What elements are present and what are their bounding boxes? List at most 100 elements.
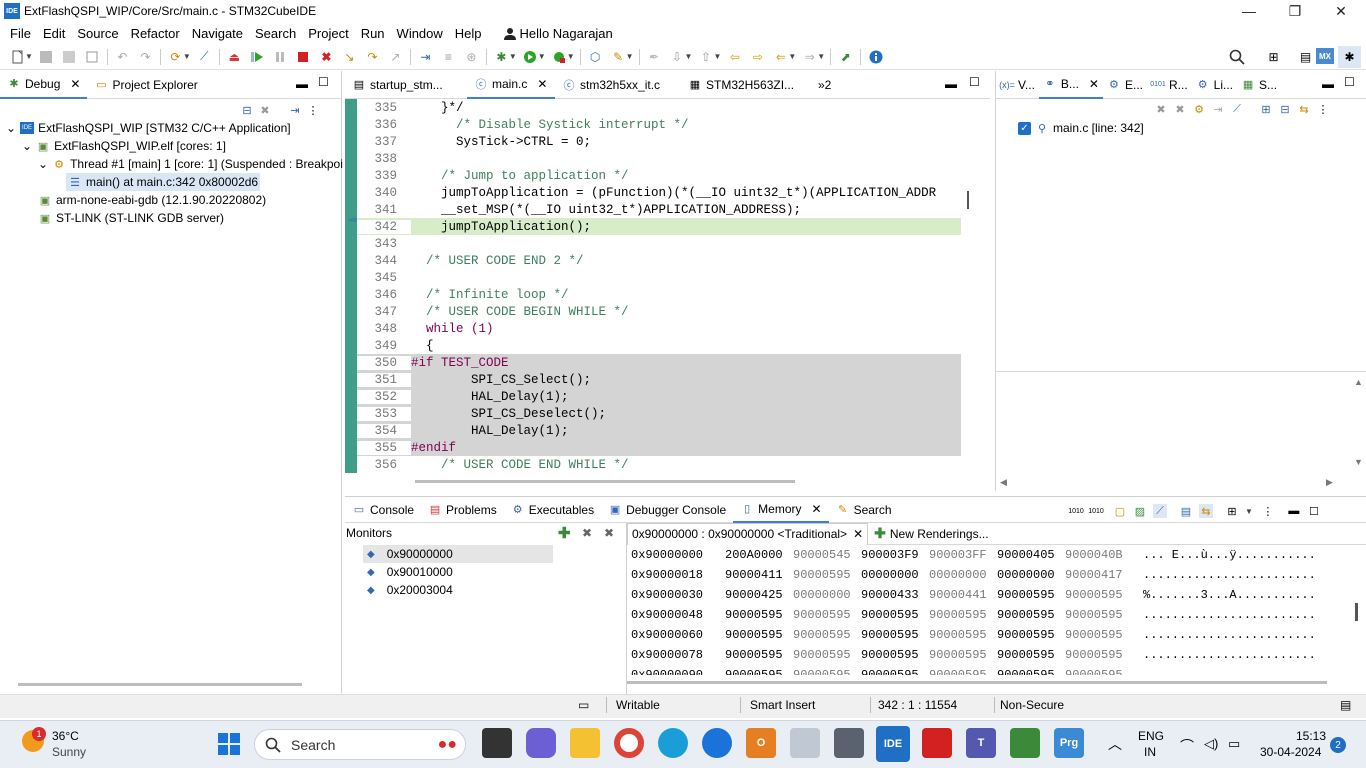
vertical-scrollbar-thumb[interactable] (967, 191, 969, 209)
memory-word[interactable]: 90000417 (1065, 568, 1133, 582)
memory-word[interactable]: 900003F9 (861, 548, 929, 562)
file-explorer-icon[interactable] (570, 728, 600, 758)
memory-word[interactable]: 90000595 (1065, 628, 1133, 642)
minimize-button[interactable]: — (1226, 0, 1272, 22)
maximize-view-icon[interactable]: ☐ (1307, 504, 1321, 518)
memory-word[interactable]: 90000595 (997, 648, 1065, 662)
terminate-icon[interactable] (292, 46, 315, 68)
vertical-scrollbar-thumb[interactable] (1355, 603, 1358, 621)
memory-word[interactable]: 90000595 (1065, 668, 1133, 675)
tree-item-thread[interactable]: ⌄ ⚙ Thread #1 [main] 1 [core: 1] (Suspen… (38, 155, 343, 173)
chevron-down-icon[interactable]: ⌄ (6, 121, 16, 135)
add-monitor-icon[interactable]: ✚ (558, 524, 571, 542)
restart-icon[interactable]: ≡ (437, 46, 460, 68)
skip-breakpoints-icon[interactable]: ⟋ (193, 46, 216, 68)
tab-it-c[interactable]: ⓒ stm32h5xx_it.c (555, 71, 681, 99)
layout-icon[interactable]: ⊞ (1225, 504, 1239, 518)
memory-word[interactable]: 90000545 (793, 548, 861, 562)
menu-project[interactable]: Project (302, 26, 354, 41)
teams-meet-icon[interactable] (526, 728, 556, 758)
memory-word[interactable]: 90000595 (861, 668, 929, 675)
build-icon[interactable] (81, 46, 104, 68)
memory-word[interactable]: 90000595 (793, 568, 861, 582)
tab-console[interactable]: ▭ Console (345, 497, 421, 523)
tab-search[interactable]: ✎ Search (829, 497, 899, 523)
tab-breakpoints[interactable]: ⚭ B... ✕ (1038, 70, 1103, 99)
close-icon[interactable]: ✕ (70, 77, 80, 91)
calculator-icon[interactable] (834, 728, 864, 758)
memory-word[interactable]: 90000595 (725, 668, 793, 675)
instruction-step-icon[interactable]: ⇥ (414, 46, 437, 68)
forward-edit-icon[interactable]: ⇨ (746, 46, 769, 68)
memory-word[interactable]: 90000595 (861, 608, 929, 622)
open-type-icon[interactable]: ⬡ (584, 46, 607, 68)
tab-live-expressions[interactable]: ⚙ Li... (1192, 71, 1237, 99)
mx-perspective-icon[interactable]: MX (1316, 48, 1334, 64)
memory-word[interactable]: 90000595 (997, 668, 1065, 675)
memory-word[interactable]: 90000595 (725, 628, 793, 642)
memory-word[interactable]: 00000000 (997, 568, 1065, 582)
user-menu[interactable]: Hello Nagarajan (503, 26, 613, 41)
tree-item-stlink[interactable]: ▣ ST-LINK (ST-LINK GDB server) (38, 209, 224, 227)
undo-icon[interactable]: ↶ (111, 46, 134, 68)
link-with-view-icon[interactable]: ⇆ (1297, 102, 1311, 116)
tree-item-elf[interactable]: ⌄ ▣ ExtFlashQSPI_WIP.elf [cores: 1] (22, 137, 226, 155)
menu-source[interactable]: Source (71, 26, 124, 41)
memory-row[interactable]: 0x90000030 90000425 00000000 90000433 900004… (631, 585, 1316, 605)
minimize-view-icon[interactable]: ▬ (296, 77, 308, 91)
status-icon[interactable]: ▭ (578, 694, 589, 716)
battery-icon[interactable]: ▭ (1228, 736, 1240, 752)
maximize-view-icon[interactable]: ☐ (969, 75, 980, 89)
close-button[interactable]: ✕ (1318, 0, 1364, 22)
memory-word[interactable]: 90000405 (997, 548, 1065, 562)
maximize-button[interactable]: ❐ (1272, 0, 1318, 22)
windows-start-icon[interactable] (218, 733, 240, 755)
menu-edit[interactable]: Edit (37, 26, 71, 41)
new-tab-icon[interactable]: ▢ (1113, 504, 1127, 518)
view-menu-icon[interactable]: ⋮ (1261, 504, 1275, 518)
memory-word[interactable]: 200A0000 (725, 548, 793, 562)
breakpoint-item[interactable]: ✓ ⚲ main.c [line: 342] (1018, 119, 1144, 137)
debug-perspective-icon[interactable]: ✱ (1338, 46, 1361, 68)
minimize-view-icon[interactable]: ▬ (945, 77, 957, 91)
memory-word[interactable]: 90000425 (725, 588, 793, 602)
skip-all-icon[interactable]: ⏏ (223, 46, 246, 68)
clock-time[interactable]: 15:13 (1296, 729, 1326, 743)
memory-row[interactable]: 0x90000060 90000595 90000595 90000595 900005… (631, 625, 1316, 645)
tree-item-stack-frame[interactable]: ☰ main() at main.c:342 0x80002d6 (66, 173, 260, 191)
redo-icon[interactable]: ↷ (134, 46, 157, 68)
disconnect-icon[interactable]: ✖ (315, 46, 338, 68)
memory-grid[interactable]: 0x90000000 200A0000 90000545 900003F9 900003… (627, 545, 1352, 675)
link-rendering-icon[interactable]: ⇆ (1199, 504, 1213, 518)
memory-word[interactable]: 90000595 (861, 648, 929, 662)
new-renderings-tab[interactable]: ✚ New Renderings... (868, 523, 994, 545)
tab-sfrs[interactable]: ▦ S... (1237, 71, 1281, 99)
collapse-all-icon[interactable]: ⊟ (240, 103, 254, 117)
progress-icon[interactable]: ▤ (1340, 694, 1351, 716)
remote-desktop-icon[interactable] (790, 728, 820, 758)
remove-breakpoint-icon[interactable]: ✖ (1154, 102, 1168, 116)
memory-row[interactable]: 0x90000078 90000595 90000595 90000595 900005… (631, 645, 1316, 665)
horizontal-scrollbar[interactable] (415, 480, 795, 483)
memory-word[interactable]: 90000595 (793, 668, 861, 675)
tab-problems[interactable]: ▤ Problems (421, 497, 504, 523)
memory-row[interactable]: 0x90000000 200A0000 90000545 900003F9 900003… (631, 545, 1316, 565)
chevron-down-icon[interactable]: ⌄ (22, 139, 32, 153)
memory-word[interactable]: 90000595 (929, 648, 997, 662)
memory-word[interactable]: 90000595 (861, 628, 929, 642)
memory-row[interactable]: 0x90000018 90000411 90000595 00000000 000000… (631, 565, 1316, 585)
scroll-left-icon[interactable]: ◀ (1000, 477, 1007, 488)
memory-word[interactable]: 9000040B (1065, 548, 1133, 562)
collapse-all-icon[interactable]: ⊟ (1278, 102, 1292, 116)
memory-word[interactable]: 00000000 (793, 588, 861, 602)
memory-word[interactable]: 90000595 (997, 588, 1065, 602)
checkbox-checked-icon[interactable]: ✓ (1018, 121, 1031, 135)
weather-temp[interactable]: 36°C (52, 729, 79, 743)
save-icon[interactable] (35, 46, 58, 68)
memory-word[interactable]: 90000595 (929, 608, 997, 622)
close-icon[interactable]: ✕ (537, 77, 547, 91)
memory-word[interactable]: 90000595 (929, 668, 997, 675)
remove-all-breakpoints-icon[interactable]: ✖ (1173, 102, 1187, 116)
memory-row[interactable]: 0x90000090 90000595 90000595 90000595 900005… (631, 665, 1316, 675)
tree-item-launch[interactable]: ⌄ IDE ExtFlashQSPI_WIP [STM32 C/C++ Appl… (6, 119, 291, 137)
